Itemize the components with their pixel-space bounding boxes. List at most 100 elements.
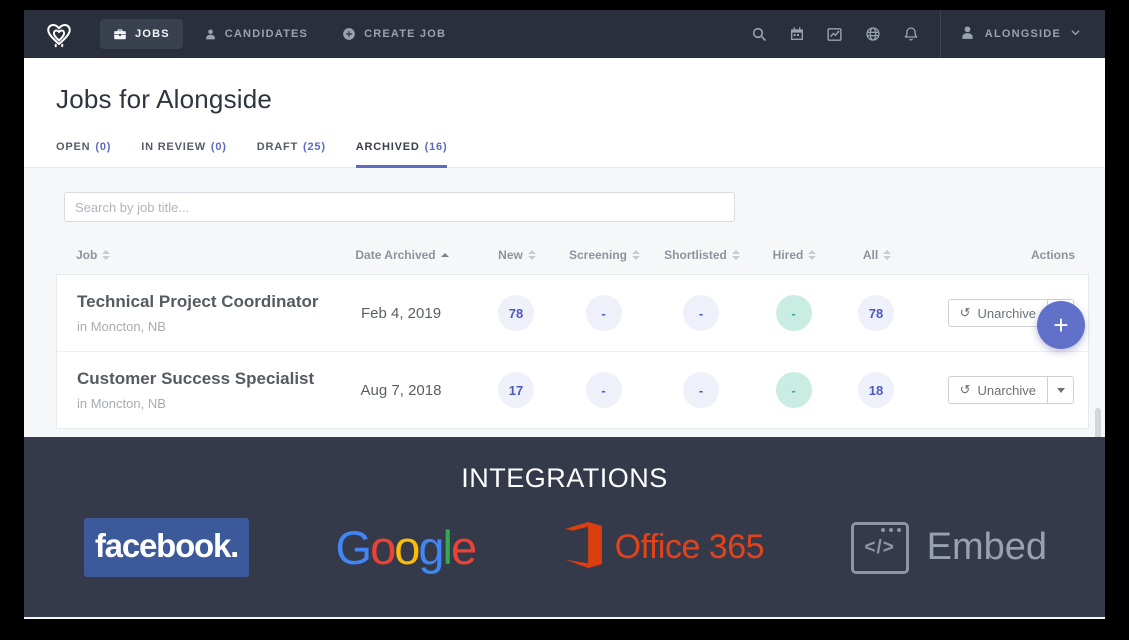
shortlisted-count-cell[interactable]: - — [651, 295, 751, 331]
search-icon[interactable] — [740, 26, 778, 42]
alongside-logo-icon[interactable] — [44, 19, 74, 49]
sort-icon — [732, 250, 740, 260]
job-location: in Moncton, NB — [77, 396, 326, 411]
unarchive-button[interactable]: ↺ Unarchive — [949, 377, 1047, 403]
job-title[interactable]: Customer Success Specialist — [77, 369, 326, 389]
navbar-divider — [940, 10, 941, 58]
all-count-cell[interactable]: 78 — [836, 295, 916, 331]
count-badge: 78 — [858, 295, 894, 331]
calendar-icon[interactable] — [778, 26, 816, 42]
sort-icon — [883, 250, 891, 260]
code-glyph: </> — [854, 537, 906, 559]
nav-item-label: JOBS — [135, 28, 170, 40]
tab-label: DRAFT — [257, 141, 298, 153]
column-header-date-archived[interactable]: Date Archived — [327, 248, 477, 262]
unarchive-label: Unarchive — [977, 383, 1036, 398]
date-archived-cell: Aug 7, 2018 — [326, 382, 476, 399]
nav-item-candidates[interactable]: CANDIDATES — [191, 20, 321, 49]
column-header-hired[interactable]: Hired — [752, 248, 837, 262]
caret-down-icon — [1057, 388, 1065, 393]
add-job-button[interactable]: + — [1037, 301, 1085, 349]
jobs-table: Technical Project Coordinator in Moncton… — [56, 274, 1089, 429]
column-header-all[interactable]: All — [837, 248, 917, 262]
account-menu[interactable]: ALONGSIDE — [945, 10, 1091, 58]
hired-count-cell[interactable]: - — [751, 295, 836, 331]
google-letter: l — [443, 521, 451, 574]
sort-icon — [102, 250, 110, 260]
column-header-job[interactable]: Job — [76, 248, 327, 262]
job-location: in Moncton, NB — [77, 319, 326, 334]
tab-label: ARCHIVED — [356, 141, 420, 153]
column-header-actions: Actions — [917, 248, 1089, 262]
count-badge: - — [586, 372, 622, 408]
plus-circle-icon — [342, 27, 356, 41]
google-letter: e — [451, 521, 475, 574]
office-icon — [562, 522, 602, 573]
nav-item-jobs[interactable]: JOBS — [100, 19, 183, 49]
new-count-cell[interactable]: 78 — [476, 295, 556, 331]
analytics-icon[interactable] — [816, 26, 854, 43]
office365-logo[interactable]: Office 365 — [562, 522, 764, 573]
date-archived-cell: Feb 4, 2019 — [326, 305, 476, 322]
google-letter: o — [370, 521, 394, 574]
nav-item-create-job[interactable]: CREATE JOB — [329, 19, 459, 49]
job-title[interactable]: Technical Project Coordinator — [77, 292, 326, 312]
code-window-icon: </> — [851, 522, 909, 574]
table-row[interactable]: Customer Success Specialist in Moncton, … — [57, 351, 1088, 428]
tab-draft[interactable]: DRAFT (25) — [257, 141, 326, 168]
screening-count-cell[interactable]: - — [556, 295, 651, 331]
count-badge: - — [683, 372, 719, 408]
top-navbar: JOBS CANDIDATES CREATE JOB — [24, 10, 1105, 58]
all-count-cell[interactable]: 18 — [836, 372, 916, 408]
column-header-new[interactable]: New — [477, 248, 557, 262]
count-badge: - — [776, 295, 812, 331]
tab-open[interactable]: OPEN (0) — [56, 141, 111, 168]
unarchive-split-button: ↺ Unarchive — [948, 376, 1074, 404]
facebook-logo[interactable]: facebook. — [84, 518, 249, 577]
screening-count-cell[interactable]: - — [556, 372, 651, 408]
tab-archived[interactable]: ARCHIVED (16) — [356, 141, 448, 168]
google-letter: G — [336, 521, 371, 574]
count-badge: 18 — [858, 372, 894, 408]
column-header-shortlisted[interactable]: Shortlisted — [652, 248, 752, 262]
tab-in-review[interactable]: IN REVIEW (0) — [141, 141, 227, 168]
unarchive-button[interactable]: ↺ Unarchive — [949, 300, 1047, 326]
briefcase-icon — [113, 27, 127, 41]
user-icon — [204, 28, 217, 41]
app-window: JOBS CANDIDATES CREATE JOB — [24, 10, 1105, 619]
navbar-right: ALONGSIDE — [740, 10, 1091, 58]
unarchive-dropdown-toggle[interactable] — [1047, 377, 1073, 403]
hired-count-cell[interactable]: - — [751, 372, 836, 408]
integration-logos: facebook. Google Office 365 </> Embed — [24, 518, 1105, 577]
integrations-title: INTEGRATIONS — [24, 463, 1105, 494]
nav-item-label: CANDIDATES — [225, 28, 308, 40]
sort-icon — [528, 250, 536, 260]
table-header: Job Date Archived New Screening Shortlis… — [56, 248, 1089, 272]
embed-logo[interactable]: </> Embed — [851, 522, 1047, 574]
job-status-tabs: OPEN (0) IN REVIEW (0) DRAFT (25) ARCHIV… — [24, 141, 1105, 168]
table-row[interactable]: Technical Project Coordinator in Moncton… — [57, 275, 1088, 351]
page-title: Jobs for Alongside — [56, 84, 1073, 115]
tab-label: OPEN — [56, 141, 90, 153]
unarchive-label: Unarchive — [977, 306, 1036, 321]
job-cell: Customer Success Specialist in Moncton, … — [77, 369, 326, 411]
sort-asc-icon — [441, 253, 449, 257]
globe-icon[interactable] — [854, 26, 892, 42]
job-cell: Technical Project Coordinator in Moncton… — [77, 292, 326, 334]
undo-icon: ↺ — [960, 382, 971, 398]
primary-nav: JOBS CANDIDATES CREATE JOB — [100, 19, 459, 49]
google-logo[interactable]: Google — [336, 520, 476, 575]
tab-count: (25) — [303, 141, 326, 153]
bell-icon[interactable] — [892, 26, 930, 42]
tab-count: (0) — [211, 141, 227, 153]
office-wordmark: Office 365 — [615, 528, 764, 567]
undo-icon: ↺ — [960, 305, 971, 321]
count-badge: 17 — [498, 372, 534, 408]
integrations-overlay: INTEGRATIONS facebook. Google Office 365… — [24, 437, 1105, 617]
new-count-cell[interactable]: 17 — [476, 372, 556, 408]
tab-label: IN REVIEW — [141, 141, 206, 153]
shortlisted-count-cell[interactable]: - — [651, 372, 751, 408]
search-input[interactable] — [64, 192, 735, 222]
sort-icon — [808, 250, 816, 260]
column-header-screening[interactable]: Screening — [557, 248, 652, 262]
